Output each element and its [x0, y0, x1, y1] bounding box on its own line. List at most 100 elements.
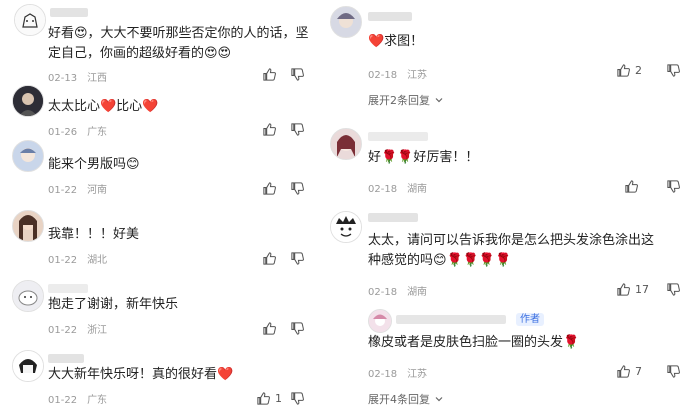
dislike-button[interactable]	[666, 62, 681, 78]
comment-text-line1: 太太，请问可以告诉我你是怎么把头发涂色涂出这	[368, 233, 655, 248]
avatar[interactable]	[12, 140, 44, 172]
comment-date: 02-18	[368, 184, 398, 195]
comments-panel: 好看😍，大大不要听那些否定你的人的话，坚 定自己，你画的超级好看的😍😍 02-1…	[0, 0, 700, 415]
comment-item: 抱走了谢谢，新年快乐 01-22 浙江	[0, 280, 318, 340]
comment-meta: 02-13 江西	[48, 69, 117, 84]
thumbs-down-icon	[291, 67, 304, 81]
avatar[interactable]	[14, 4, 46, 36]
avatar[interactable]	[12, 280, 44, 312]
comment-date: 01-22	[48, 255, 78, 266]
like-button[interactable]: 17	[616, 281, 649, 297]
comment-date: 02-13	[48, 73, 78, 84]
avatar[interactable]	[330, 6, 362, 38]
thumbs-up-icon	[263, 321, 276, 335]
username-blurred[interactable]	[396, 315, 506, 324]
comment-location: 广东	[87, 395, 108, 406]
like-button[interactable]	[262, 320, 277, 336]
comment-text-line2: 种感觉的吗😊🌹🌹🌹🌹	[368, 253, 512, 268]
comment-date: 01-26	[48, 127, 78, 138]
expand-replies[interactable]: 展开4条回复	[368, 391, 444, 407]
thumbs-up-icon	[263, 251, 276, 265]
comment-date: 02-18	[368, 369, 398, 380]
comment-location: 湖南	[407, 184, 428, 195]
avatar[interactable]	[330, 128, 362, 160]
like-count: 17	[635, 282, 649, 296]
dislike-button[interactable]	[290, 320, 305, 336]
thumbs-down-icon	[667, 179, 680, 193]
dislike-button[interactable]	[290, 250, 305, 266]
dislike-button[interactable]	[666, 281, 681, 297]
like-button[interactable]	[262, 121, 277, 137]
comment-item: 太太比心❤️比心❤️ 01-26 广东	[0, 85, 318, 140]
left-comment-column: 好看😍，大大不要听那些否定你的人的话，坚 定自己，你画的超级好看的😍😍 02-1…	[0, 0, 318, 415]
thumbs-up-icon	[617, 282, 630, 296]
avatar[interactable]	[12, 210, 44, 242]
comment-item: 太太，请问可以告诉我你是怎么把头发涂色涂出这 种感觉的吗😊🌹🌹🌹🌹 02-18 湖…	[330, 205, 700, 300]
thumbs-down-icon	[667, 63, 680, 77]
like-count: 1	[275, 391, 282, 405]
comment-text: 好🌹🌹好厉害！！	[368, 150, 479, 165]
thumbs-up-icon	[257, 391, 270, 405]
comment-location: 广东	[87, 127, 108, 138]
like-button[interactable]: 2	[616, 62, 642, 78]
username-blurred[interactable]	[48, 284, 88, 293]
username-blurred[interactable]	[368, 213, 418, 222]
thumbs-down-icon	[291, 122, 304, 136]
avatar[interactable]	[330, 211, 362, 243]
like-button[interactable]	[262, 250, 277, 266]
comment-meta: 01-22 河南	[48, 181, 117, 196]
like-count: 2	[635, 63, 642, 77]
dislike-button[interactable]	[290, 66, 305, 82]
thumbs-up-icon	[263, 67, 276, 81]
comment-text: 我靠！！！好美	[48, 227, 140, 242]
dislike-button[interactable]	[666, 363, 681, 379]
comment-item: 好🌹🌹好厉害！！ 02-18 湖南	[330, 122, 700, 202]
thumbs-down-icon	[291, 251, 304, 265]
comment-location: 江西	[87, 73, 108, 84]
username-blurred[interactable]	[368, 132, 428, 141]
avatar[interactable]	[368, 309, 392, 333]
username-blurred[interactable]	[368, 12, 412, 21]
comment-date: 01-22	[48, 325, 78, 336]
comment-meta: 02-18 湖南	[368, 283, 437, 298]
comment-meta: 01-22 湖北	[48, 251, 117, 266]
thumbs-up-icon	[617, 63, 630, 77]
dislike-button[interactable]	[290, 180, 305, 196]
comment-date: 01-22	[48, 185, 78, 196]
comment-location: 湖北	[87, 255, 108, 266]
chevron-down-icon	[435, 98, 443, 103]
author-badge: 作者	[516, 313, 544, 326]
like-button[interactable]	[624, 178, 639, 194]
expand-replies[interactable]: 展开2条回复	[368, 92, 444, 108]
thumbs-down-icon	[291, 391, 304, 405]
comment-text: 太太比心❤️比心❤️	[48, 99, 159, 114]
avatar[interactable]	[12, 350, 44, 382]
like-button[interactable]	[262, 66, 277, 82]
like-button[interactable]	[262, 180, 277, 196]
dislike-button[interactable]	[290, 121, 305, 137]
comment-meta: 02-18 江苏	[368, 365, 437, 380]
comment-location: 江苏	[407, 70, 428, 81]
dislike-button[interactable]	[666, 178, 681, 194]
avatar[interactable]	[12, 85, 44, 117]
thumbs-up-icon	[625, 179, 638, 193]
dislike-button[interactable]	[290, 390, 305, 406]
comment-item: 好看😍，大大不要听那些否定你的人的话，坚 定自己，你画的超级好看的😍😍 02-1…	[0, 0, 318, 85]
like-button[interactable]: 7	[616, 363, 642, 379]
like-button[interactable]: 1	[256, 390, 282, 406]
comment-text: 大大新年快乐呀！真的很好看❤️	[48, 367, 234, 382]
thumbs-down-icon	[291, 181, 304, 195]
comment-item: ❤️求图！ 02-18 江苏 2 展开2条回复	[330, 0, 700, 115]
comment-text: 橡皮或者是皮肤色扫脸一圈的头发🌹	[368, 335, 580, 350]
thumbs-down-icon	[667, 282, 680, 296]
comment-text: 能来个男版吗😊	[48, 157, 140, 172]
thumbs-down-icon	[291, 321, 304, 335]
comment-meta: 01-22 浙江	[48, 321, 117, 336]
comment-meta: 01-26 广东	[48, 123, 117, 138]
comment-text: ❤️求图！	[368, 34, 424, 49]
comment-location: 浙江	[87, 325, 108, 336]
username-blurred[interactable]	[48, 354, 84, 363]
comment-item: 能来个男版吗😊 01-22 河南	[0, 140, 318, 200]
username-blurred[interactable]	[50, 8, 88, 17]
expand-replies-label: 展开4条回复	[368, 393, 430, 406]
